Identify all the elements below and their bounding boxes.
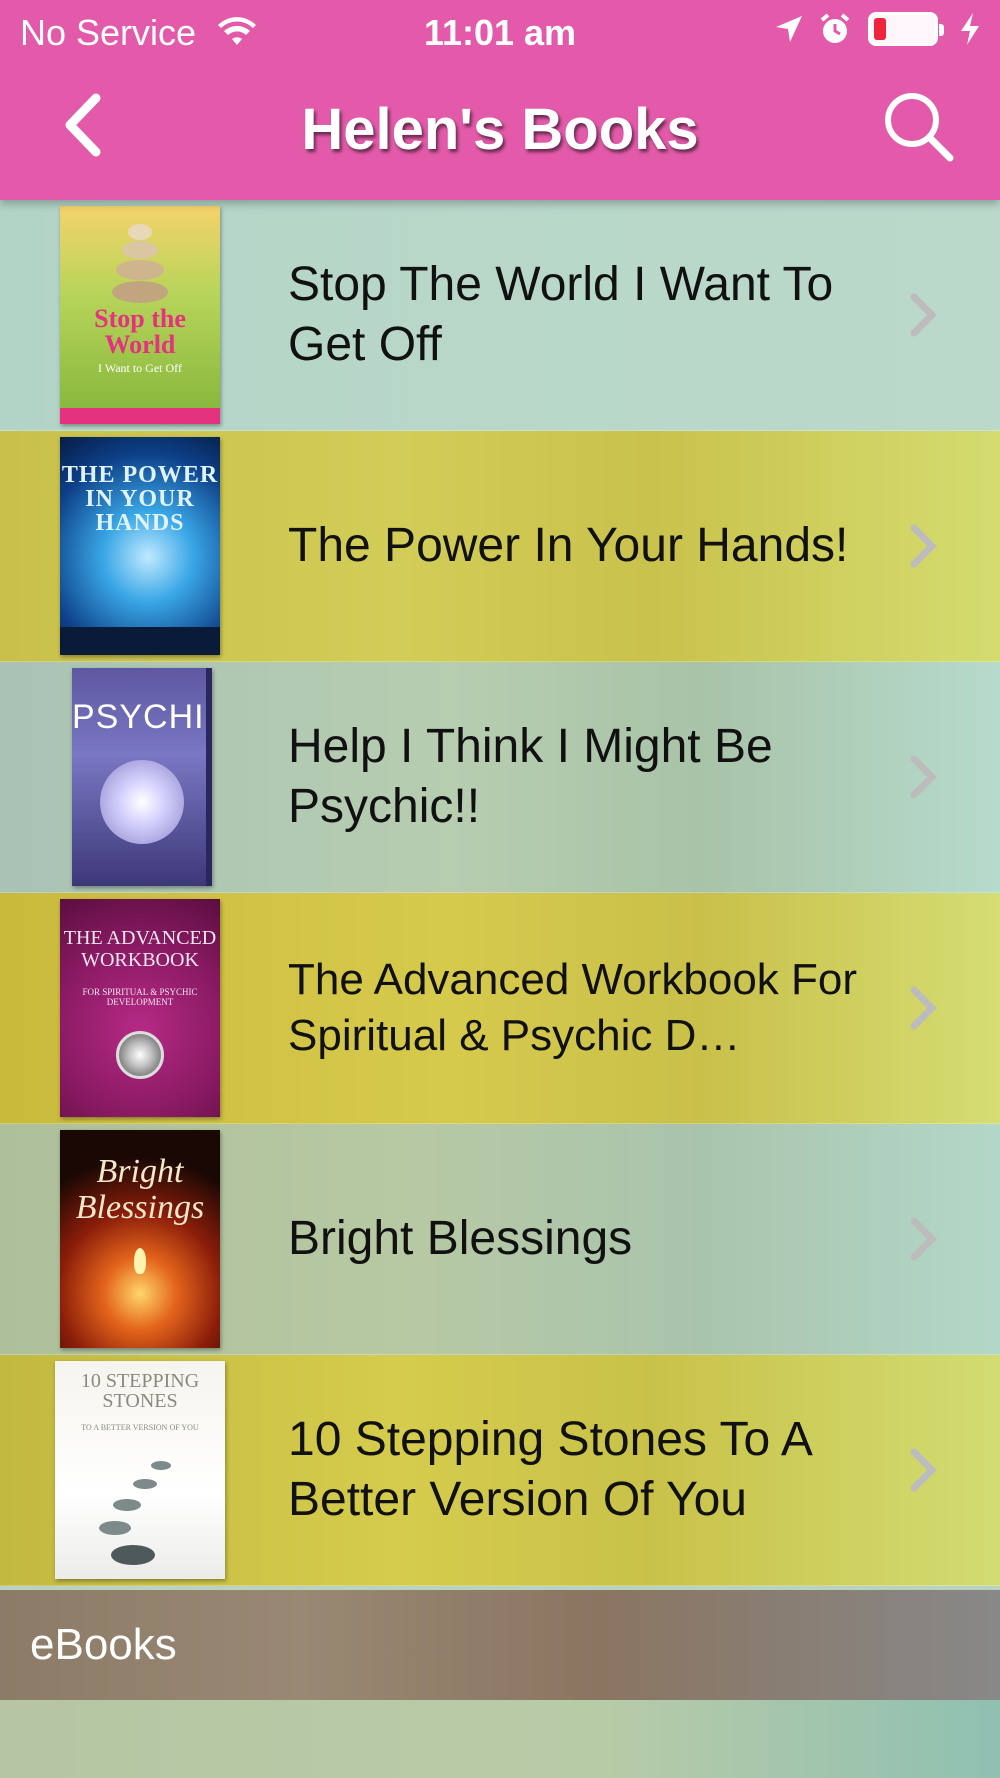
top-bar: No Service 11:01 am Helen's Books — [0, 0, 1000, 200]
book-cover-image: THE ADVANCED WORKBOOK FOR SPIRITUAL & PS… — [60, 899, 220, 1117]
chevron-right-icon — [910, 1448, 937, 1492]
chevron-right-icon — [910, 524, 937, 568]
list-item[interactable]: 10 STEPPING STONES TO A BETTER VERSION O… — [0, 1355, 1000, 1586]
book-cover-image: Stop the World I Want to Get Off — [60, 206, 220, 424]
list-item[interactable]: PSYCHIC Help I Think I Might Be Psychic!… — [0, 662, 1000, 893]
chevron-right-icon — [910, 755, 937, 799]
chevron-right-icon — [910, 293, 937, 337]
status-bar: No Service 11:01 am — [0, 0, 1000, 64]
list-item[interactable]: THE POWER IN YOUR HANDS The Power In You… — [0, 431, 1000, 662]
book-cover-image: THE POWER IN YOUR HANDS — [60, 437, 220, 655]
chevron-right-icon — [910, 1217, 937, 1261]
charging-bolt-icon — [961, 13, 979, 45]
book-title: Bright Blessings — [288, 1212, 633, 1265]
list-item[interactable]: THE ADVANCED WORKBOOK FOR SPIRITUAL & PS… — [0, 893, 1000, 1124]
page-title: Helen's Books — [301, 97, 699, 162]
section-header-ebooks: eBooks — [0, 1590, 1000, 1700]
location-arrow-icon — [776, 16, 802, 42]
stacked-stones-icon — [112, 224, 168, 303]
list-continuation — [0, 1700, 1000, 1778]
book-cover-image: 10 STEPPING STONES TO A BETTER VERSION O… — [55, 1361, 225, 1579]
section-label: eBooks — [30, 1620, 177, 1669]
book-list: Stop the World I Want to Get Off Stop Th… — [0, 200, 1000, 1586]
battery-icon — [868, 12, 944, 46]
list-item[interactable]: Stop the World I Want to Get Off Stop Th… — [0, 200, 1000, 431]
book-title: The Advanced Workbook For Spiritual & Ps… — [288, 955, 858, 1060]
navigation-bar: Helen's Books — [0, 64, 1000, 200]
book-cover-image: PSYCHIC — [72, 668, 212, 886]
book-cover-image: Bright Blessings — [60, 1130, 220, 1348]
alarm-icon — [820, 13, 850, 43]
chevron-right-icon — [910, 986, 937, 1030]
list-item[interactable]: Bright Blessings Bright Blessings — [0, 1124, 1000, 1355]
search-icon[interactable] — [880, 88, 956, 164]
book-title: Help I Think I Might Be Psychic!! — [288, 720, 773, 833]
book-title: 10 Stepping Stones To A Better Version O… — [288, 1413, 811, 1526]
book-title: The Power In Your Hands! — [288, 519, 849, 572]
book-title: Stop The World I Want To Get Off — [288, 258, 834, 371]
